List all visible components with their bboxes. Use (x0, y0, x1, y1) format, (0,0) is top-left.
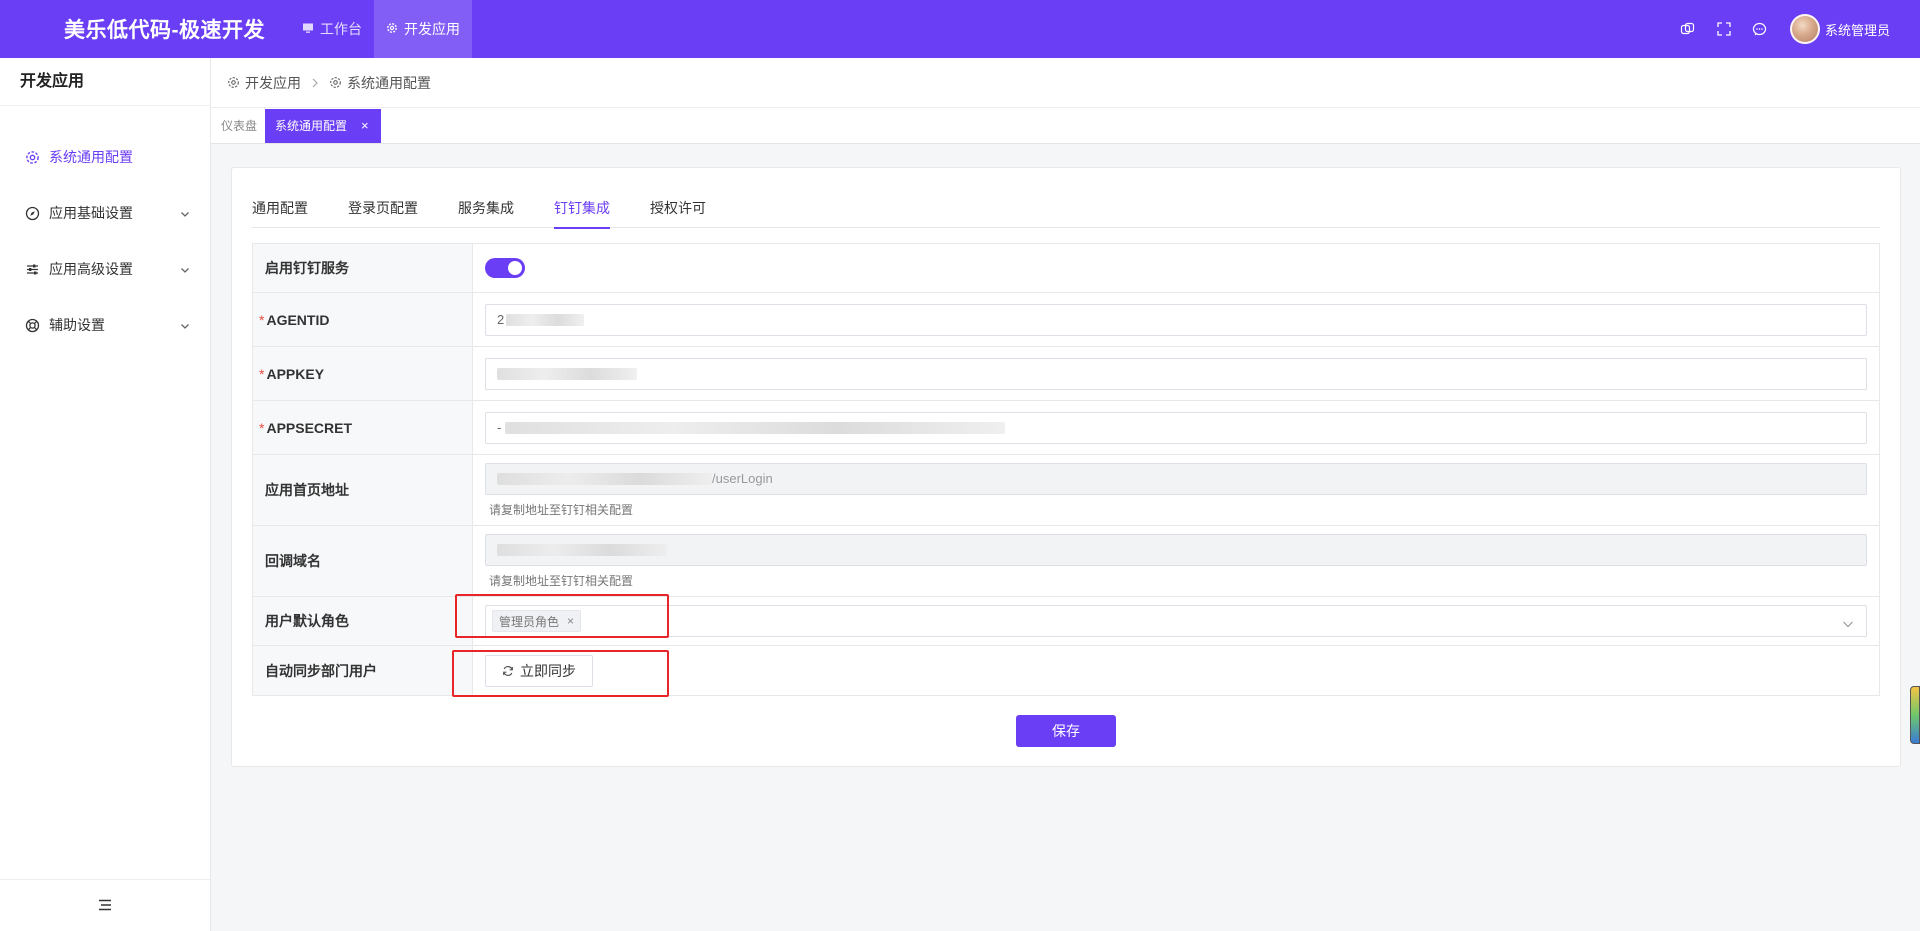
tab-general[interactable]: 通用配置 (252, 188, 308, 228)
message-icon[interactable] (1742, 11, 1778, 47)
form-label: * APPKEY (253, 347, 473, 400)
form-row-callback: 回调域名 请复制地址至钉钉相关配置 (253, 526, 1879, 597)
fullscreen-icon[interactable] (1706, 11, 1742, 47)
breadcrumb-item-system-config: 系统通用配置 (329, 73, 431, 93)
tag-label: 系统通用配置 (275, 119, 348, 133)
form-row-sync: 自动同步部门用户 立即同步 (253, 646, 1879, 695)
top-header: 美乐低代码-极速开发 工作台 开发应用 系统管理员 (0, 0, 1920, 58)
chevron-down-icon (180, 318, 190, 334)
default-role-select[interactable]: 管理员角色 × (485, 605, 1867, 637)
tag-system-config[interactable]: 系统通用配置 × (265, 108, 381, 143)
chevron-down-icon (1842, 616, 1854, 632)
form-label: * AGENTID (253, 293, 473, 346)
appsecret-input[interactable]: - (485, 411, 1867, 444)
sidebar-item-system-config[interactable]: 系统通用配置 (0, 137, 210, 177)
form-label: 自动同步部门用户 (253, 646, 473, 695)
window-icon[interactable] (1670, 11, 1706, 47)
topnav-label: 工作台 (320, 21, 362, 37)
avatar[interactable] (1789, 14, 1820, 44)
sidebar-item-label: 系统通用配置 (49, 149, 133, 165)
sidebar-item-label: 应用高级设置 (49, 261, 133, 277)
dingtalk-form: 启用钉钉服务 * AGENTID 2 * APPKEY * APPSECRET … (252, 243, 1880, 696)
topnav-label: 开发应用 (404, 21, 460, 37)
form-row-homepage: 应用首页地址 /userLogin 请复制地址至钉钉相关配置 (253, 455, 1879, 526)
callback-hint: 请复制地址至钉钉相关配置 (489, 573, 634, 588)
form-row-default-role: 用户默认角色 管理员角色 × (253, 597, 1879, 646)
sync-now-button[interactable]: 立即同步 (485, 654, 593, 687)
refresh-icon (503, 665, 513, 676)
menu-fold-icon (98, 898, 112, 914)
breadcrumb-label: 开发应用 (245, 74, 301, 91)
homepage-url-input[interactable]: /userLogin (485, 462, 1867, 495)
form-label: 应用首页地址 (253, 455, 473, 525)
breadcrumb-item-dev-apps[interactable]: 开发应用 (227, 73, 301, 93)
sidebar-collapse-button[interactable] (0, 879, 210, 931)
enable-dingtalk-toggle[interactable] (485, 258, 525, 278)
sidebar-title: 开发应用 (0, 58, 210, 106)
role-chip: 管理员角色 × (492, 610, 582, 632)
sliders-icon (24, 261, 40, 277)
header-actions: 系统管理员 (1670, 11, 1920, 47)
config-card: 通用配置 登录页配置 服务集成 钉钉集成 授权许可 启用钉钉服务 * AGENTI… (231, 167, 1901, 767)
sidebar-item-advanced-settings[interactable]: 应用高级设置 (0, 249, 210, 289)
close-icon[interactable]: × (567, 614, 574, 628)
user-name[interactable]: 系统管理员 (1825, 20, 1890, 39)
close-icon[interactable]: × (361, 118, 369, 133)
redacted-value (497, 543, 667, 556)
lifebuoy-icon (24, 317, 40, 333)
breadcrumb-separator-icon (311, 75, 319, 91)
redacted-value (505, 421, 1006, 434)
gear-icon (24, 149, 40, 165)
tab-login-page[interactable]: 登录页配置 (348, 188, 418, 228)
homepage-hint: 请复制地址至钉钉相关配置 (489, 502, 634, 517)
sidebar-item-auxiliary-settings[interactable]: 辅助设置 (0, 305, 210, 345)
config-tabs: 通用配置 登录页配置 服务集成 钉钉集成 授权许可 (252, 188, 1880, 229)
redacted-value (506, 313, 585, 326)
tab-license[interactable]: 授权许可 (650, 188, 706, 228)
tab-dingtalk[interactable]: 钉钉集成 (554, 188, 610, 229)
sidebar: 开发应用 系统通用配置 应用基础设置 应用高级设置 辅助设置 (0, 58, 211, 931)
redacted-value (497, 367, 637, 380)
gear-icon (330, 77, 341, 88)
compass-icon (24, 205, 40, 221)
sidebar-item-label: 应用基础设置 (49, 205, 133, 221)
gear-icon (386, 21, 404, 37)
breadcrumb-label: 系统通用配置 (347, 74, 431, 91)
gear-icon (228, 77, 239, 88)
sidebar-item-label: 辅助设置 (49, 317, 105, 333)
chevron-down-icon (180, 206, 190, 222)
callback-domain-input[interactable] (485, 533, 1867, 566)
breadcrumb: 开发应用 系统通用配置 (211, 58, 1920, 108)
tab-service-integration[interactable]: 服务集成 (458, 188, 514, 228)
form-label: 回调域名 (253, 526, 473, 596)
form-label: * APPSECRET (253, 401, 473, 454)
appkey-input[interactable] (485, 357, 1867, 390)
tag-dashboard[interactable]: 仪表盘 (221, 117, 257, 134)
redacted-value (497, 472, 712, 485)
top-nav: 工作台 开发应用 (290, 0, 472, 58)
topnav-item-workbench[interactable]: 工作台 (290, 0, 374, 58)
form-row-appkey: * APPKEY (253, 347, 1879, 401)
app-brand: 美乐低代码-极速开发 (64, 19, 265, 42)
monitor-icon (302, 21, 320, 37)
floating-side-widget[interactable] (1910, 686, 1920, 744)
form-label: 用户默认角色 (253, 597, 473, 645)
agentid-input[interactable]: 2 (485, 303, 1867, 336)
save-button[interactable]: 保存 (1016, 715, 1116, 747)
form-label: 启用钉钉服务 (253, 244, 473, 292)
topnav-item-dev-apps[interactable]: 开发应用 (374, 0, 472, 58)
form-row-appsecret: * APPSECRET - (253, 401, 1879, 455)
sidebar-item-basic-settings[interactable]: 应用基础设置 (0, 193, 210, 233)
chevron-down-icon (180, 262, 190, 278)
form-row-enable: 启用钉钉服务 (253, 244, 1879, 293)
tag-bar: 仪表盘 系统通用配置 × (211, 108, 1920, 144)
form-row-agentid: * AGENTID 2 (253, 293, 1879, 347)
